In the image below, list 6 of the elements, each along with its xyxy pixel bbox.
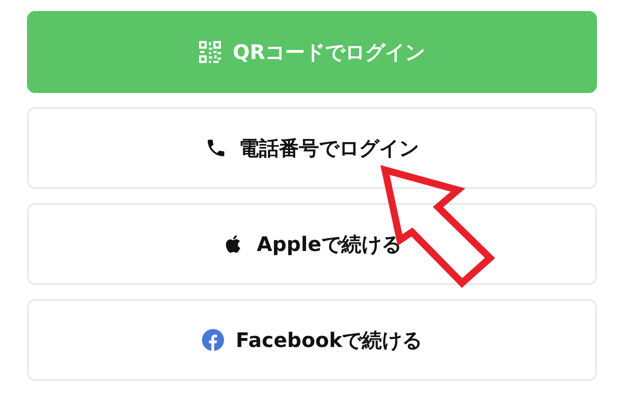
login-button[interactable]: Appleで続ける xyxy=(27,203,597,285)
login-button[interactable]: Facebookで続ける xyxy=(27,299,597,381)
qr-code-icon xyxy=(198,41,221,63)
facebook-icon xyxy=(202,329,224,351)
phone-icon xyxy=(205,137,227,159)
login-button[interactable]: 電話番号でログイン xyxy=(27,107,597,189)
